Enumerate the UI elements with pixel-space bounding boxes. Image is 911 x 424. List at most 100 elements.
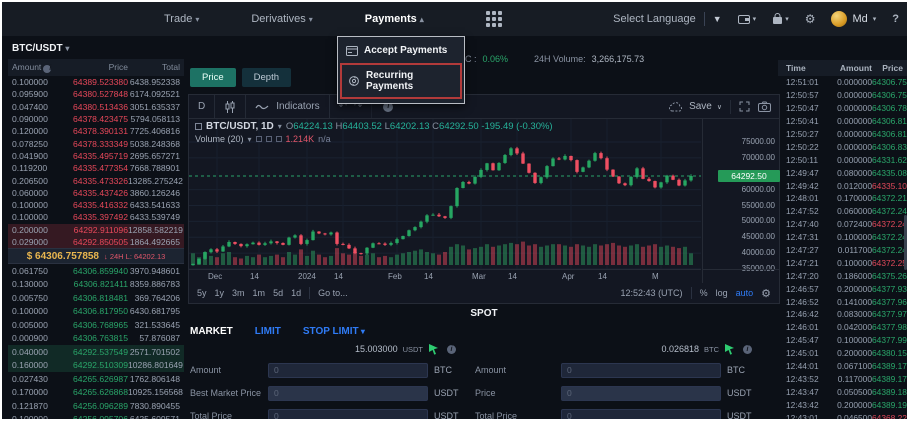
buy-total-input[interactable] xyxy=(268,409,428,420)
indicators-button[interactable]: Indicators xyxy=(246,95,329,118)
history-row: 12:50:270.00000064306.818481 xyxy=(778,128,907,141)
sell-amount-input[interactable] xyxy=(561,363,721,378)
max-balance-button[interactable] xyxy=(724,343,736,355)
log-scale-button[interactable]: log xyxy=(716,288,728,298)
orderbook-ask-row[interactable]: 0.11920064335.4773547668.788901 xyxy=(8,162,184,174)
fullscreen-icon[interactable] xyxy=(739,101,750,112)
price-cell: 64306.821411 xyxy=(66,279,128,289)
orderbook-asks: 0.10000064389.5233806438.9523380.0959006… xyxy=(8,76,184,248)
amount-cell: 0.078250 xyxy=(12,139,66,149)
tab-stop-limit[interactable]: STOP LIMIT ▾ xyxy=(303,326,365,337)
buy-amount-input[interactable] xyxy=(268,363,428,378)
price-axis[interactable]: 75000.0070000.0060000.0055000.0050000.00… xyxy=(702,119,780,269)
orderbook-ask-row[interactable]: 0.07825064378.3333495038.248368 xyxy=(8,137,184,149)
sell-price-input[interactable] xyxy=(561,386,721,401)
amount-cell: 0.100000 xyxy=(828,335,872,345)
user-menu[interactable]: Md ▾ xyxy=(831,11,876,27)
amount-cell: 0.040000 xyxy=(12,347,66,357)
history-row: 12:43:520.11700064389.1752 xyxy=(778,372,907,385)
nav-menu: Trade▾ Derivatives▾ Payments▴ xyxy=(2,11,502,27)
card-icon xyxy=(346,46,358,56)
orderbook-ask-row[interactable]: 0.06000064335.4374263860.126246 xyxy=(8,187,184,199)
price-cell: 64306.859940 xyxy=(66,266,128,276)
axis-settings-gear-icon[interactable]: ⚙ xyxy=(761,287,771,300)
goto-button[interactable]: Go to... xyxy=(318,288,348,298)
language-selector[interactable]: Select Language ▼ xyxy=(613,12,722,26)
24h-low: ↓ 24H L: 64202.13 xyxy=(104,252,165,261)
orderbook-bid-row[interactable]: 0.17000064265.62686810925.156568 xyxy=(8,386,184,400)
timeframe-3m[interactable]: 3m xyxy=(232,288,245,298)
tab-limit[interactable]: LIMIT xyxy=(255,326,281,337)
orderbook-ask-row[interactable]: 0.04740064380.5134363051.635337 xyxy=(8,101,184,113)
menu-item-recurring-payments[interactable]: Recurring Payments xyxy=(340,63,462,99)
history-row: 12:47:210.10000064372.250069 xyxy=(778,256,907,269)
settings-gear-icon[interactable]: ⚙ xyxy=(805,12,816,26)
settings-icon[interactable] xyxy=(266,136,272,142)
orderbook-ask-row[interactable]: 0.10000064389.5233806438.952338 xyxy=(8,76,184,88)
timeframe-1y[interactable]: 1y xyxy=(215,288,225,298)
orderbook-bid-row[interactable]: 0.04000064292.5375492571.701502 xyxy=(8,345,184,359)
sell-total-input[interactable] xyxy=(561,409,721,420)
orderbook-ask-row[interactable]: 0.10000064335.3974926433.539749 xyxy=(8,211,184,223)
orderbook-bid-row[interactable]: 0.16000064292.51030910286.801649 xyxy=(8,359,184,373)
orderbook-bid-row[interactable]: 0.10000064306.8179506430.681795 xyxy=(8,305,184,319)
orderbook-bid-row[interactable]: 0.00575064306.818481369.764206 xyxy=(8,291,184,305)
wallet-menu[interactable]: ▾ xyxy=(738,14,757,25)
info-icon[interactable]: i xyxy=(743,345,752,354)
close-icon[interactable] xyxy=(276,136,282,142)
percent-scale-button[interactable]: % xyxy=(700,288,708,298)
info-icon[interactable]: i xyxy=(447,345,456,354)
max-balance-button[interactable] xyxy=(428,343,440,355)
interval-button[interactable]: D xyxy=(189,95,215,118)
wave-icon xyxy=(255,103,269,111)
orderbook-bid-row[interactable]: 0.12187064256.0962897830.890455 xyxy=(8,399,184,413)
orderbook-ask-row[interactable]: 0.09000064378.4234755794.058113 xyxy=(8,113,184,125)
timeframe-5d[interactable]: 5d xyxy=(273,288,283,298)
buy-best-price-input[interactable] xyxy=(268,386,428,401)
nav-item-trade[interactable]: Trade▾ xyxy=(164,13,199,25)
eye-icon[interactable] xyxy=(256,136,262,142)
info-icon[interactable]: i xyxy=(43,65,51,73)
cloud-save-button[interactable]: Save ∨ xyxy=(669,101,722,112)
amount-cell: 0.100000 xyxy=(12,306,66,316)
price-cell: 64335.495719 xyxy=(66,151,128,161)
auto-scale-button[interactable]: auto xyxy=(736,288,754,298)
orderbook-bid-row[interactable]: 0.00500064306.768965321.533645 xyxy=(8,318,184,332)
orderbook-ask-row[interactable]: 0.02900064292.8505051864.492665 xyxy=(8,236,184,248)
amount-cell: 0.130000 xyxy=(12,279,66,289)
nav-item-derivatives[interactable]: Derivatives▾ xyxy=(251,13,312,25)
price-tab[interactable]: Price xyxy=(190,68,236,87)
depth-tab[interactable]: Depth xyxy=(242,68,291,87)
orderbook-bids: 0.06175064306.8599403970.9486010.1300006… xyxy=(8,264,184,419)
scrollbar-thumb[interactable] xyxy=(904,215,907,270)
tab-market[interactable]: MARKET xyxy=(190,326,233,337)
price-cell: 64375.2688 xyxy=(872,271,907,281)
orderbook-ask-row[interactable]: 0.20000064292.91109612858.582219 xyxy=(8,224,184,236)
menu-item-accept-payments[interactable]: Accept Payments xyxy=(338,39,464,62)
timeframe-1m[interactable]: 1m xyxy=(253,288,266,298)
apps-grid-icon[interactable] xyxy=(486,11,502,27)
price-axis-label: 60000.00 xyxy=(742,185,775,194)
nav-item-payments[interactable]: Payments▴ xyxy=(365,13,424,25)
orderbook-bid-row[interactable]: 0.10000064256.0957066425.609571 xyxy=(8,413,184,419)
orderbook-bid-row[interactable]: 0.00090064306.76381557.876087 xyxy=(8,332,184,346)
orderbook-ask-row[interactable]: 0.09590064380.5278486174.092521 xyxy=(8,88,184,100)
time-axis[interactable]: Dec14202414Feb14Mar14Apr14M xyxy=(189,269,701,283)
pair-selector[interactable]: BTC/USDT ▾ xyxy=(8,40,184,57)
help-icon[interactable]: ? xyxy=(892,13,899,25)
orderbook-ask-row[interactable]: 0.12000064378.3901317725.406816 xyxy=(8,125,184,137)
chart-canvas[interactable]: BTC/USDT, 1D ▾ O64224.13 H64403.52 L6420… xyxy=(189,119,701,269)
timeframe-1d[interactable]: 1d xyxy=(291,288,301,298)
orderbook-ask-row[interactable]: 0.10000064335.4163326433.541633 xyxy=(8,199,184,211)
history-row: 12:46:520.14100064377.961938 xyxy=(778,295,907,308)
orderbook-bid-row[interactable]: 0.02743064265.6269871762.806148 xyxy=(8,372,184,386)
camera-icon[interactable] xyxy=(758,101,771,112)
history-row: 12:48:010.17000064372.211787 xyxy=(778,192,907,205)
orderbook-ask-row[interactable]: 0.04190064335.4957192695.657271 xyxy=(8,150,184,162)
orderbook-ask-row[interactable]: 0.20650064335.47332613285.275242 xyxy=(8,174,184,186)
orders-menu[interactable]: ▾ xyxy=(772,13,789,25)
timeframe-5y[interactable]: 5y xyxy=(197,288,207,298)
orderbook-bid-row[interactable]: 0.13000064306.8214118359.886783 xyxy=(8,278,184,292)
candle-style-button[interactable] xyxy=(215,95,246,118)
orderbook-bid-row[interactable]: 0.06175064306.8599403970.948601 xyxy=(8,264,184,278)
